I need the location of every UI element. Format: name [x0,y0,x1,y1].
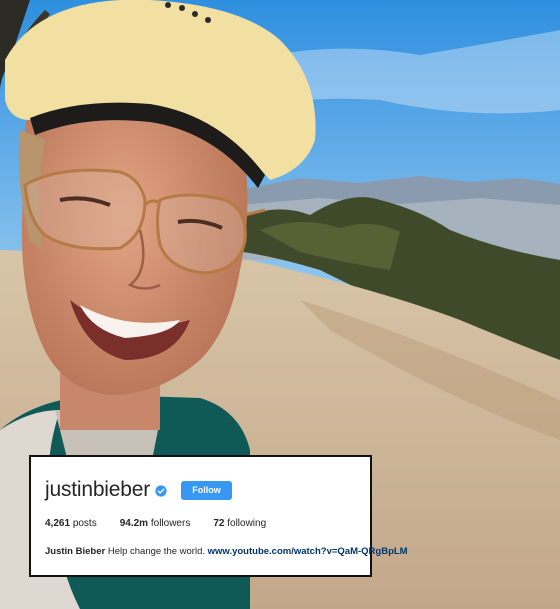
username[interactable]: justinbieber [45,478,150,502]
profile-header: justinbieber Follow [45,478,232,502]
profile-stats: 4,261 posts 94.2m followers 72 following [45,518,289,529]
posts-label: posts [72,518,97,529]
profile-bio: Justin Bieber Help change the world. www… [45,546,408,557]
profile-card: justinbieber Follow 4,261 posts 94.2m fo… [29,455,408,577]
posts-count: 4,261 [45,518,71,529]
bio-text: Help change the world. [107,546,205,557]
followers-stat[interactable]: 94.2m followers [120,518,191,529]
followers-count: 94.2m [119,518,149,529]
following-count: 72 [213,518,225,529]
followers-label: followers [150,518,191,529]
bio-link[interactable]: www.youtube.com/watch?v=QaM-QRgBpLM [208,546,408,557]
bio-name: Justin Bieber [45,546,106,557]
following-label: following [227,518,267,529]
follow-button[interactable]: Follow [181,480,232,500]
following-stat[interactable]: 72 following [213,518,266,529]
verified-badge-icon [155,484,167,497]
posts-stat: 4,261 posts [45,518,97,529]
